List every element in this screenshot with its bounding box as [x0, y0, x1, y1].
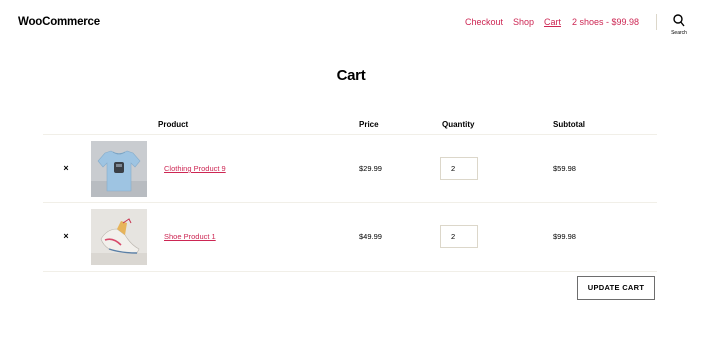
product-price: $29.99: [359, 164, 382, 173]
column-header-product: Product: [158, 120, 189, 129]
update-cart-button[interactable]: UPDATE CART: [577, 276, 655, 300]
search-label: Search: [671, 30, 687, 36]
remove-item-button[interactable]: ×: [61, 231, 71, 241]
column-header-subtotal: Subtotal: [553, 120, 585, 129]
search-toggle[interactable]: Search: [665, 14, 693, 38]
nav-shop-link[interactable]: Shop: [513, 17, 534, 27]
shoe-icon: [91, 209, 147, 265]
product-name-link[interactable]: Shoe Product 1: [164, 232, 216, 241]
column-header-quantity: Quantity: [442, 120, 475, 129]
product-price: $49.99: [359, 232, 382, 241]
site-header: WooCommerce Checkout Shop Cart 2 shoes -…: [0, 0, 702, 44]
nav-checkout-link[interactable]: Checkout: [465, 17, 503, 27]
product-subtotal: $59.98: [553, 164, 576, 173]
header-divider: [656, 14, 657, 30]
remove-item-button[interactable]: ×: [61, 163, 71, 173]
table-row: × Clothing Product 9 $29.99 2 $59.98: [43, 135, 657, 203]
t-shirt-icon: [91, 141, 147, 197]
product-name-link[interactable]: Clothing Product 9: [164, 164, 226, 173]
mini-cart-link[interactable]: 2 shoes - $99.98: [572, 17, 639, 27]
quantity-input[interactable]: 2: [440, 225, 478, 248]
page-title: Cart: [336, 67, 366, 84]
product-thumbnail[interactable]: [91, 209, 147, 265]
nav-cart-link[interactable]: Cart: [544, 17, 561, 27]
product-thumbnail[interactable]: [91, 141, 147, 197]
search-icon: [673, 14, 685, 27]
table-row: × Shoe Product 1 $49.99 2 $99.98: [43, 203, 657, 271]
quantity-input[interactable]: 2: [440, 157, 478, 180]
column-header-price: Price: [359, 120, 379, 129]
site-title[interactable]: WooCommerce: [18, 16, 100, 28]
product-subtotal: $99.98: [553, 232, 576, 241]
row-divider-line: [43, 271, 657, 272]
